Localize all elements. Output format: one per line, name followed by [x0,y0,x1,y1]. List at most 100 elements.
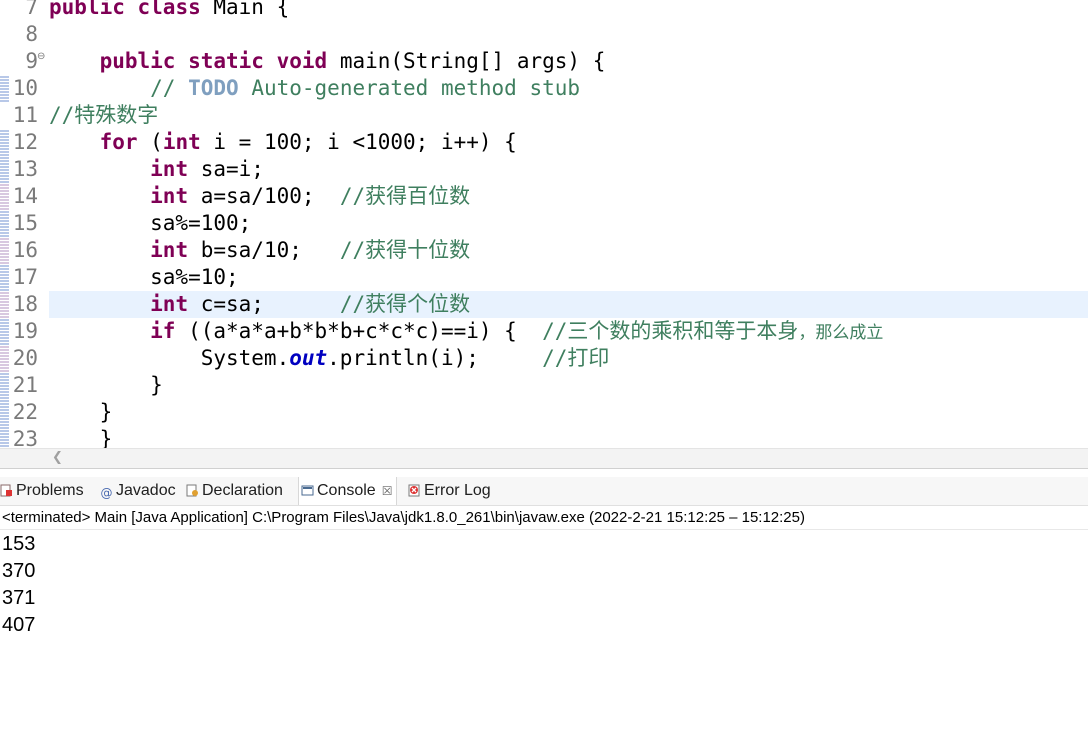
tab-label: Javadoc [116,482,176,499]
code-line[interactable]: 19 if ((a*a*a+b*b*b+c*c*c)==i) { //三个数的乘… [0,318,1088,345]
code-text: if ((a*a*a+b*b*b+c*c*c)==i) { //三个数的乘积和等… [49,318,883,347]
tab-label: Problems [16,482,84,499]
bottom-views-panel: Problems @ Javadoc Declaration Console ☒ E… [0,468,1088,753]
horizontal-scrollbar[interactable]: ❮ [0,448,1088,469]
code-line[interactable]: 16 int b=sa/10; //获得十位数 [0,237,1088,264]
divider [0,529,1088,530]
console-output-line: 407 [2,614,36,636]
line-number: 20 [12,346,38,370]
code-line[interactable]: 11 //特殊数字 [0,102,1088,129]
tab-label: Declaration [202,482,283,499]
code-text: } [49,399,113,426]
code-token: .println(i); [327,346,543,370]
code-line[interactable]: 13 int sa=i; [0,156,1088,183]
line-number: 16 [12,238,38,262]
keyword-token: int [150,238,189,262]
keyword-token: class [137,0,201,19]
code-token: ((a*a*a+b*b*b+c*c*c)==i) { [175,319,543,343]
code-line[interactable]: 20 System.out.println(i); //打印 [0,345,1088,372]
console-output-line: 370 [2,560,36,582]
code-line[interactable]: 14 int a=sa/100; //获得百位数 [0,183,1088,210]
code-token: sa%=10; [49,265,239,289]
code-line[interactable]: 8 [0,21,1088,48]
code-line[interactable]: 17 sa%=10; [0,264,1088,291]
code-line[interactable]: 18 int c=sa; //获得个位数 [0,291,1088,318]
console-status: <terminated> Main [Java Application] C:\… [2,509,805,526]
scroll-left-arrow-icon[interactable]: ❮ [52,450,63,465]
line-number: 18 [12,292,38,316]
tab-problems[interactable]: Problems [0,477,84,505]
code-text: } [49,372,163,399]
tab-javadoc[interactable]: @ Javadoc [100,477,176,505]
code-token: i = 100; i <1000; i++) { [200,130,517,154]
line-number: 19 [12,319,38,343]
code-token: } [49,373,163,397]
line-number: 22 [12,400,38,424]
code-line[interactable]: 23 } [0,426,1088,448]
error-log-icon [408,484,420,497]
code-line[interactable]: 22 } [0,399,1088,426]
code-token: b=sa/10; [188,238,340,262]
line-number: 11 [12,103,38,127]
todo-token: TODO [188,76,239,100]
comment-token: // [150,76,189,100]
code-token: System. [49,346,290,370]
code-text: int c=sa; //获得个位数 [49,291,470,318]
line-number: 23 [12,427,38,448]
code-line[interactable]: 7 public class Main { [0,0,1088,21]
keyword-token: void [276,49,328,73]
comment-token: //获得百位数 [339,184,471,208]
tab-console[interactable]: Console ☒ [298,477,398,505]
problems-icon [0,484,12,497]
code-line[interactable]: 10 // TODO Auto-generated method stub [0,75,1088,102]
comment-token: //三个数的乘积和等于本身 [542,319,799,343]
code-line[interactable]: 15 sa%=100; [0,210,1088,237]
keyword-token: if [150,319,176,343]
line-number: 21 [12,373,38,397]
code-editor[interactable]: 7 public class Main {8 9 ⊖ public static vo… [0,0,1088,448]
tab-label: Console [317,482,376,499]
comment-token: //获得个位数 [339,292,471,316]
code-token: ( [137,130,163,154]
line-number: 15 [12,211,38,235]
console-output-line: 371 [2,587,36,609]
code-text: sa%=10; [49,264,239,291]
line-number: 17 [12,265,38,289]
code-text: for (int i = 100; i <1000; i++) { [49,129,517,156]
code-line[interactable]: 21 } [0,372,1088,399]
views-tabbar: Problems @ Javadoc Declaration Console ☒ E… [0,477,1088,506]
code-text: int sa=i; [49,156,264,183]
javadoc-icon: @ [100,486,113,500]
code-text: public static void main(String[] args) { [49,48,606,75]
keyword-token: static [188,49,264,73]
comment-token: //获得十位数 [339,238,471,262]
keyword-token: for [99,130,138,154]
code-token: Main { [200,0,290,19]
code-line[interactable]: 9 ⊖ public static void main(String[] args… [0,48,1088,75]
tab-error-log[interactable]: Error Log [408,477,491,505]
line-number: 7 [25,0,38,19]
code-text: System.out.println(i); //打印 [49,345,610,372]
line-number: 8 [25,22,38,46]
code-text: } [49,426,113,448]
tab-declaration[interactable]: Declaration [186,477,283,505]
console-icon [301,485,314,496]
comment-token: //特殊数字 [49,103,159,127]
keyword-token: int [150,184,189,208]
close-icon[interactable]: ☒ [382,477,393,505]
keyword-token: int [150,292,189,316]
comment-token: Auto-generated method stub [238,76,581,100]
code-text: // TODO Auto-generated method stub [49,75,580,102]
code-line[interactable]: 12 for (int i = 100; i <1000; i++) { [0,129,1088,156]
line-number: 9 [25,49,38,73]
fold-toggle-icon[interactable]: ⊖ [37,51,45,62]
code-token: } [49,400,113,424]
